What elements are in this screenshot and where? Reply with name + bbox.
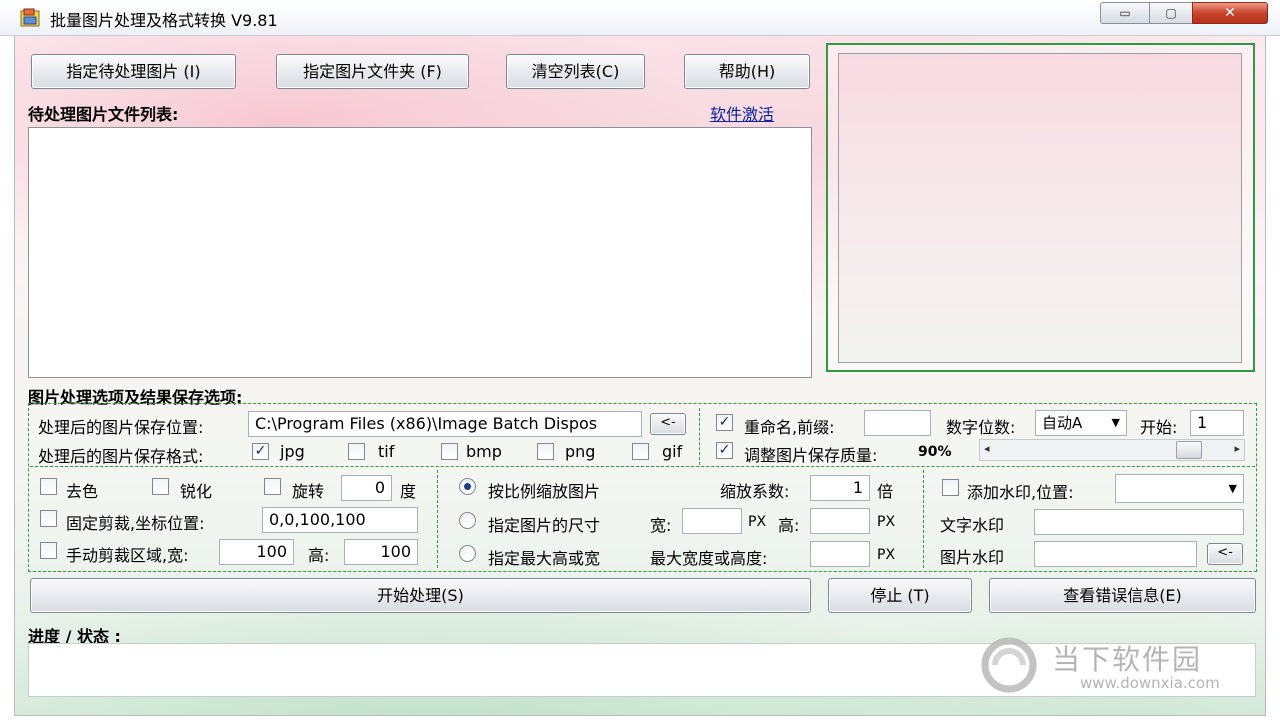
text-watermark-label: 文字水印 <box>940 516 1005 535</box>
quality-checkbox[interactable]: ✓ <box>716 442 733 459</box>
image-preview <box>838 53 1242 363</box>
format-gif-checkbox[interactable] <box>632 443 649 460</box>
watermark-label: 添加水印,位置: <box>967 483 1074 502</box>
app-icon <box>20 8 40 28</box>
size-height-input[interactable] <box>810 508 870 534</box>
digits-selected-value: 自动A <box>1042 414 1083 432</box>
format-tif-label: tif <box>378 442 395 461</box>
format-png-checkbox[interactable] <box>537 443 554 460</box>
manual-crop-checkbox[interactable] <box>40 542 57 559</box>
start-process-button[interactable]: 开始处理(S) <box>30 578 811 613</box>
max-size-label: 最大宽度或高度: <box>650 549 768 568</box>
fixed-crop-label: 固定剪裁,坐标位置: <box>66 514 205 533</box>
sharpen-label: 锐化 <box>180 482 213 501</box>
browse-image-watermark-button[interactable]: <- <box>1207 543 1243 565</box>
image-watermark-label: 图片水印 <box>940 548 1005 567</box>
select-folder-button[interactable]: 指定图片文件夹 (F) <box>276 54 469 89</box>
scale-factor-unit: 倍 <box>877 482 894 501</box>
manual-crop-label: 手动剪裁区域,宽: <box>66 546 189 565</box>
max-size-input[interactable] <box>810 541 870 567</box>
rename-prefix-input[interactable] <box>864 410 931 436</box>
image-watermark-input[interactable] <box>1034 541 1197 567</box>
scale-factor-input[interactable]: 1 <box>810 475 870 501</box>
size-width-input[interactable] <box>682 508 742 534</box>
rotate-checkbox[interactable] <box>264 478 281 495</box>
watermark-checkbox[interactable] <box>942 479 959 496</box>
format-jpg-label: jpg <box>280 442 305 461</box>
quality-slider[interactable]: ◂ ▸ <box>979 439 1245 461</box>
minimize-button[interactable]: ▭ <box>1100 2 1150 24</box>
scale-max-dimension-label: 指定最大高或宽 <box>488 549 601 568</box>
scale-fixed-size-radio[interactable] <box>459 512 476 529</box>
sharpen-checkbox[interactable] <box>152 478 169 495</box>
file-list[interactable] <box>28 127 812 378</box>
text-watermark-input[interactable] <box>1034 509 1244 535</box>
quality-label: 调整图片保存质量: <box>744 446 878 465</box>
size-width-label: 宽: <box>650 516 672 535</box>
decolor-label: 去色 <box>66 482 99 501</box>
rotate-label: 旋转 <box>292 482 325 501</box>
brand-logo-icon <box>973 636 1045 694</box>
divider <box>699 408 700 465</box>
fixed-crop-checkbox[interactable] <box>40 510 57 527</box>
start-label: 开始: <box>1140 418 1178 437</box>
format-bmp-checkbox[interactable] <box>441 443 458 460</box>
save-location-label: 处理后的图片保存位置: <box>38 418 204 437</box>
select-images-button[interactable]: 指定待处理图片 (I) <box>31 54 236 89</box>
brand-name: 当下软件园 <box>1052 643 1203 676</box>
digits-label: 数字位数: <box>946 418 1016 437</box>
brand-url: www.downxia.com <box>1080 674 1220 692</box>
rename-checkbox[interactable]: ✓ <box>716 414 733 431</box>
fixed-crop-coords-input[interactable]: 0,0,100,100 <box>262 507 418 533</box>
divider <box>923 470 924 568</box>
format-gif-label: gif <box>662 442 683 461</box>
scroll-right-icon[interactable]: ▸ <box>1234 442 1240 455</box>
manual-crop-height-label: 高: <box>308 546 330 565</box>
size-height-unit: PX <box>877 514 896 530</box>
quality-slider-thumb[interactable] <box>1176 441 1202 459</box>
help-button[interactable]: 帮助(H) <box>684 54 810 89</box>
size-width-unit: PX <box>748 514 767 530</box>
manual-crop-height-input[interactable]: 100 <box>344 539 418 565</box>
stop-button[interactable]: 停止 (T) <box>828 578 972 613</box>
size-height-label: 高: <box>778 516 800 535</box>
scale-factor-label: 缩放系数: <box>720 482 790 501</box>
quality-value: 90% <box>918 444 952 460</box>
digits-select[interactable]: 自动A ▼ <box>1035 410 1127 436</box>
activate-link[interactable]: 软件激活 <box>710 101 774 125</box>
manual-crop-width-input[interactable]: 100 <box>219 539 294 565</box>
format-bmp-label: bmp <box>466 442 502 461</box>
file-list-label: 待处理图片文件列表: <box>28 105 179 124</box>
decolor-checkbox[interactable] <box>40 478 57 495</box>
divider <box>30 466 1255 467</box>
title-bar: 批量图片处理及格式转换 V9.81 ▭ ▢ ✕ <box>0 0 1280 36</box>
dropdown-arrow-icon: ▼ <box>1228 482 1237 495</box>
view-errors-button[interactable]: 查看错误信息(E) <box>989 578 1256 613</box>
format-tif-checkbox[interactable] <box>348 443 365 460</box>
format-png-label: png <box>565 442 596 461</box>
divider <box>437 470 438 568</box>
clear-list-button[interactable]: 清空列表(C) <box>506 54 645 89</box>
watermark-position-select[interactable]: ▼ <box>1115 474 1244 503</box>
rotate-degree-input[interactable]: 0 <box>341 475 392 501</box>
rotate-unit: 度 <box>400 482 417 501</box>
scale-proportional-radio[interactable] <box>459 478 476 495</box>
close-button[interactable]: ✕ <box>1192 2 1268 24</box>
window-title: 批量图片处理及格式转换 V9.81 <box>50 11 278 30</box>
max-size-unit: PX <box>877 547 896 563</box>
save-format-label: 处理后的图片保存格式: <box>38 447 204 466</box>
rename-label: 重命名,前缀: <box>744 418 835 437</box>
dropdown-arrow-icon: ▼ <box>1111 416 1120 429</box>
scale-proportional-label: 按比例缩放图片 <box>488 482 601 501</box>
start-number-input[interactable]: 1 <box>1190 410 1244 436</box>
save-location-input[interactable]: C:\Program Files (x86)\Image Batch Dispo… <box>248 411 642 437</box>
scale-fixed-size-label: 指定图片的尺寸 <box>488 516 601 535</box>
scale-max-dimension-radio[interactable] <box>459 545 476 562</box>
preview-frame <box>826 43 1255 372</box>
browse-save-location-button[interactable]: <- <box>650 413 686 435</box>
format-jpg-checkbox[interactable]: ✓ <box>252 443 269 460</box>
maximize-button[interactable]: ▢ <box>1149 2 1193 24</box>
scroll-left-icon[interactable]: ◂ <box>984 442 990 455</box>
